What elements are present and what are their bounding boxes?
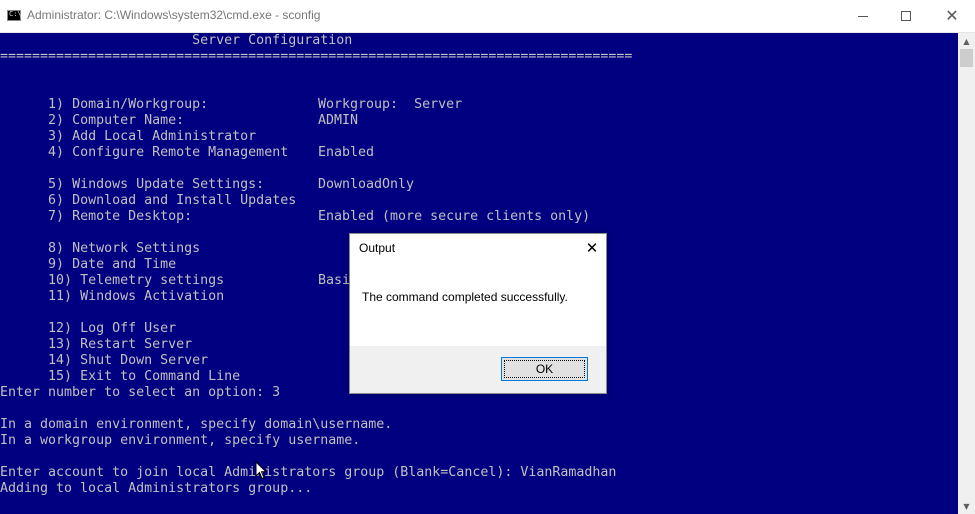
- ok-button[interactable]: OK: [501, 357, 588, 381]
- scroll-up-icon[interactable]: ▲: [958, 33, 975, 49]
- menu-item-shut-down: 14) Shut Down Server: [0, 337, 208, 368]
- console-separator: ========================================…: [0, 49, 633, 64]
- menu-item-label: 11) Windows Activation: [48, 289, 225, 304]
- dialog-close-icon[interactable]: ✕: [581, 237, 603, 259]
- status-line: Adding to local Administrators group...: [0, 481, 313, 496]
- menu-item-network-settings: 8) Network Settings: [0, 225, 200, 256]
- window-title: Administrator: C:\Windows\system32\cmd.e…: [27, 8, 321, 22]
- account-prompt: Enter account to join local Administrato…: [0, 465, 617, 480]
- dialog-message: The command completed successfully.: [362, 290, 568, 304]
- menu-item-label: 7) Remote Desktop:: [48, 209, 193, 224]
- info-workgroup: In a workgroup environment, specify user…: [0, 433, 361, 448]
- close-button[interactable]: ✕: [929, 0, 975, 32]
- menu-item-label: 15) Exit to Command Line: [48, 369, 241, 384]
- title-bar[interactable]: Administrator: C:\Windows\system32\cmd.e…: [0, 0, 975, 33]
- dialog-footer: OK: [350, 346, 606, 393]
- scroll-down-icon[interactable]: ▼: [958, 498, 975, 514]
- menu-item-exit: 15) Exit to Command Line: [0, 353, 240, 384]
- output-dialog: Output ✕ The command completed successfu…: [349, 233, 607, 394]
- maximize-icon: [901, 11, 911, 21]
- menu-item-value: Enabled: [318, 145, 375, 160]
- menu-item-domain-workgroup: 1) Domain/Workgroup: Workgroup: Server: [0, 81, 462, 112]
- menu-item-restart: 13) Restart Server: [0, 321, 192, 352]
- mouse-cursor-icon: [255, 461, 267, 480]
- scroll-thumb[interactable]: [960, 49, 973, 67]
- menu-item-value: Workgroup: Server: [318, 97, 463, 112]
- menu-item-log-off: 12) Log Off User: [0, 305, 176, 336]
- menu-item-telemetry: 10) Telemetry settings Basic: [0, 257, 358, 288]
- minimize-icon: [858, 15, 868, 17]
- info-domain: In a domain environment, specify domain\…: [0, 417, 393, 432]
- menu-item-windows-update: 5) Windows Update Settings: DownloadOnly: [0, 161, 414, 192]
- minimize-button[interactable]: [840, 0, 886, 32]
- menu-item-install-updates: 6) Download and Install Updates: [0, 177, 296, 208]
- menu-item-activation: 11) Windows Activation: [0, 273, 224, 304]
- dialog-title: Output: [359, 241, 396, 255]
- cmd-window: Administrator: C:\Windows\system32\cmd.e…: [0, 0, 975, 514]
- menu-item-label: 4) Configure Remote Management: [48, 145, 289, 160]
- vertical-scrollbar[interactable]: ▲ ▼: [958, 33, 975, 514]
- menu-item-remote-management: 4) Configure Remote Management Enabled: [0, 129, 374, 160]
- menu-item-date-time: 9) Date and Time: [0, 241, 176, 272]
- menu-item-value: DownloadOnly: [318, 177, 415, 192]
- menu-item-value: ADMIN: [318, 113, 359, 128]
- menu-item-computer-name: 2) Computer Name: ADMIN: [0, 97, 358, 128]
- menu-item-add-local-admin: 3) Add Local Administrator: [0, 113, 256, 144]
- option-prompt: Enter number to select an option: 3: [0, 385, 281, 400]
- menu-item-remote-desktop: 7) Remote Desktop: Enabled (more secure c…: [0, 193, 590, 224]
- console-heading: Server Configuration: [0, 33, 353, 48]
- menu-item-value: Enabled (more secure clients only): [318, 209, 591, 224]
- close-icon: ✕: [945, 6, 959, 25]
- cmd-icon: [7, 10, 22, 21]
- maximize-button[interactable]: [883, 0, 929, 32]
